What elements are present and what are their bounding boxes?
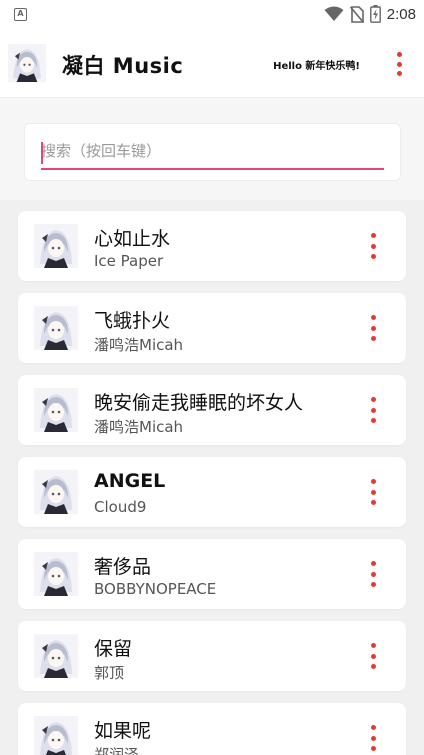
song-artist: Ice Paper <box>94 252 164 270</box>
album-cover-icon <box>34 634 78 678</box>
song-artist: 郭顶 <box>94 664 125 682</box>
song-menu-button[interactable] <box>368 397 378 423</box>
more-vert-icon <box>370 233 376 238</box>
song-menu-button[interactable] <box>368 479 378 505</box>
song-title: 如果呢 <box>94 720 152 742</box>
app-avatar-icon <box>8 44 46 82</box>
song-list: 心如止水 Ice Paper 飞蛾扑火 潘鸣浩Micah 晚安偷走我睡眠的坏女人… <box>0 200 424 755</box>
more-vert-icon <box>370 315 376 320</box>
more-vert-icon <box>370 561 376 566</box>
album-cover-icon <box>34 552 78 596</box>
song-title: 飞蛾扑火 <box>94 310 171 332</box>
song-item[interactable]: 保留 郭顶 <box>18 621 406 691</box>
more-vert-dot <box>370 664 376 669</box>
song-menu-button[interactable] <box>368 315 378 341</box>
search-input[interactable] <box>41 138 384 170</box>
song-title: 晚安偷走我睡眠的坏女人 <box>94 392 304 414</box>
song-item[interactable]: 心如止水 Ice Paper <box>18 211 406 281</box>
more-vert-dot <box>370 500 376 505</box>
song-menu-button[interactable] <box>368 561 378 587</box>
more-vert-dot <box>370 735 376 741</box>
more-vert-dot <box>370 325 376 331</box>
song-title: 奢侈品 <box>94 556 152 578</box>
album-cover-icon <box>34 306 78 350</box>
song-title: 保留 <box>94 638 133 660</box>
song-artist: 潘鸣浩Micah <box>94 336 184 354</box>
more-vert-icon <box>370 397 376 402</box>
search-card <box>24 123 401 181</box>
song-artist: BOBBYNOPEACE <box>94 580 217 598</box>
app-bar: 凝白 Music Hello 新年快乐鸭! <box>0 30 424 98</box>
more-vert-icon <box>396 52 402 57</box>
more-vert-dot <box>370 653 376 659</box>
wifi-icon <box>324 6 344 21</box>
song-item[interactable]: ANGEL Cloud9 <box>18 457 406 527</box>
song-menu-button[interactable] <box>368 233 378 259</box>
song-title: ANGEL <box>94 470 166 492</box>
song-item[interactable]: 如果呢 郑润泽 <box>18 703 406 755</box>
album-cover-icon <box>34 470 78 514</box>
album-cover-icon <box>34 224 78 268</box>
more-vert-dot <box>370 336 376 341</box>
song-artist: 郑润泽 <box>94 746 140 755</box>
status-icons: 2:08 <box>324 5 416 23</box>
song-artist: Cloud9 <box>94 498 147 516</box>
notification-a-icon: A <box>14 8 27 21</box>
app-title: 凝白 Music <box>62 54 184 78</box>
more-vert-dot <box>370 746 376 751</box>
song-menu-button[interactable] <box>368 643 378 669</box>
more-vert-dot <box>370 489 376 495</box>
more-vert-icon <box>370 643 376 648</box>
more-vert-dot <box>370 418 376 423</box>
greeting-text: Hello 新年快乐鸭! <box>273 61 360 72</box>
more-vert-dot <box>370 407 376 413</box>
more-vert-icon <box>370 479 376 484</box>
clock: 2:08 <box>386 5 416 23</box>
song-item[interactable]: 奢侈品 BOBBYNOPEACE <box>18 539 406 609</box>
song-title: 心如止水 <box>94 228 171 250</box>
status-bar: A 2:08 <box>0 0 424 30</box>
no-sim-icon <box>349 5 364 23</box>
album-cover-icon <box>34 388 78 432</box>
song-item[interactable]: 晚安偷走我睡眠的坏女人 潘鸣浩Micah <box>18 375 406 445</box>
song-item[interactable]: 飞蛾扑火 潘鸣浩Micah <box>18 293 406 363</box>
more-vert-dot <box>370 254 376 259</box>
song-artist: 潘鸣浩Micah <box>94 418 184 436</box>
album-cover-icon <box>34 716 78 755</box>
more-vert-dot <box>370 582 376 587</box>
more-vert-dot <box>370 243 376 249</box>
more-vert-dot <box>370 571 376 577</box>
text-cursor <box>41 142 43 164</box>
more-vert-dot <box>396 71 402 76</box>
battery-charging-icon <box>369 5 381 23</box>
more-vert-dot <box>396 61 402 67</box>
more-vert-icon <box>370 725 376 730</box>
app-menu-button[interactable] <box>392 50 406 78</box>
song-menu-button[interactable] <box>368 725 378 751</box>
